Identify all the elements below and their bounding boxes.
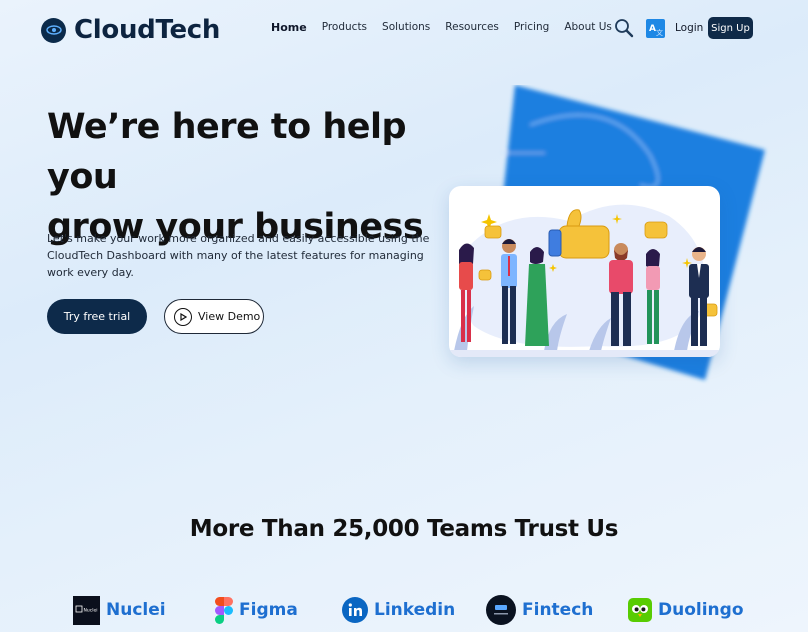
login-link[interactable]: Login [675, 22, 703, 34]
translate-icon[interactable]: A 文 [646, 19, 665, 38]
main-menu: Home Products Solutions Resources Pricin… [271, 21, 627, 34]
logo-name-nuclei: Nuclei [106, 600, 166, 620]
logo-figma[interactable]: Figma [215, 594, 298, 626]
logo-linkedin[interactable]: Linkedin [342, 594, 455, 626]
nav-item-products[interactable]: Products [322, 21, 367, 34]
logo-name-duolingo: Duolingo [658, 600, 744, 620]
logo-duolingo[interactable]: Duolingo [628, 594, 744, 626]
hero-title-line-1: We’re here to help you [47, 107, 407, 197]
search-icon[interactable] [614, 18, 634, 38]
logo-fintech[interactable]: Fintech [486, 594, 593, 626]
logo-name-linkedin: Linkedin [374, 600, 456, 620]
trust-title: More Than 25,000 Teams Trust Us [189, 516, 619, 542]
svg-text:A: A [649, 24, 656, 34]
nuclei-badge-text: Nuclei [84, 607, 98, 613]
fintech-logo-icon [486, 595, 516, 625]
svg-text:文: 文 [656, 28, 663, 37]
nav-item-solutions[interactable]: Solutions [382, 21, 430, 34]
play-icon [174, 307, 192, 326]
signup-button[interactable]: Sign Up [708, 17, 753, 39]
logo-name-fintech: Fintech [522, 600, 594, 620]
brand[interactable]: CloudTech [41, 15, 220, 45]
nav-item-home[interactable]: Home [271, 21, 307, 34]
brand-name: CloudTech [74, 15, 221, 45]
view-demo-label: View Demo [198, 310, 261, 323]
team-thumbs-up-illustration [449, 186, 720, 357]
duolingo-logo-icon [628, 598, 652, 622]
eye-logo-icon [41, 17, 66, 43]
logo-nuclei[interactable]: Nuclei Nuclei [73, 594, 166, 626]
nav-item-about-us[interactable]: About Us [564, 21, 612, 34]
figma-logo-icon [215, 596, 233, 624]
view-demo-button[interactable]: View Demo [164, 299, 264, 334]
linkedin-logo-icon [342, 597, 368, 623]
nuclei-logo-icon: Nuclei [73, 595, 100, 625]
hero-description: Let's make your work more organized and … [47, 232, 430, 279]
top-navbar: CloudTech Home Products Solutions Resour… [0, 0, 808, 56]
nav-item-resources[interactable]: Resources [445, 21, 499, 34]
nav-item-pricing[interactable]: Pricing [514, 21, 549, 34]
try-free-trial-button[interactable]: Try free trial [47, 299, 147, 334]
logo-name-figma: Figma [239, 600, 298, 620]
